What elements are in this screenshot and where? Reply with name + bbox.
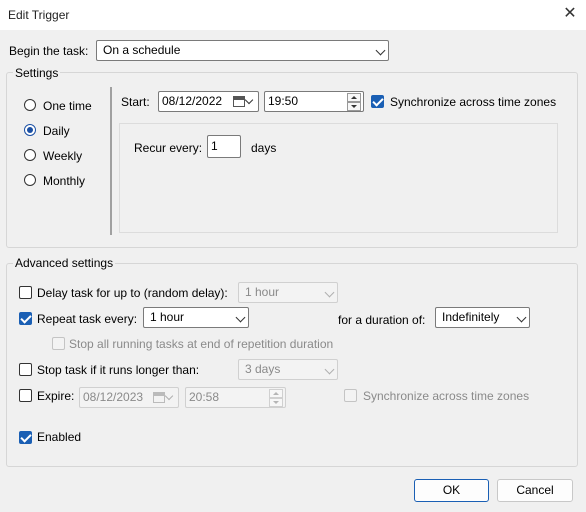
stop-all-label: Stop all running tasks at end of repetit…: [69, 337, 334, 351]
chevron-down-icon: [375, 45, 386, 56]
begin-task-value: On a schedule: [103, 43, 181, 57]
close-icon[interactable]: ✕: [560, 4, 580, 24]
duration-value: Indefinitely: [442, 310, 500, 324]
spin-up-icon[interactable]: [269, 389, 283, 398]
duration-dropdown[interactable]: Indefinitely: [435, 307, 530, 328]
start-time-spinner[interactable]: [347, 93, 361, 111]
spin-down-icon[interactable]: [347, 102, 361, 111]
start-label: Start:: [121, 95, 150, 109]
recur-label: Recur every:: [134, 141, 203, 155]
begin-task-label: Begin the task:: [9, 44, 89, 58]
sync-timezones-checkbox[interactable]: [371, 95, 384, 108]
window-title: Edit Trigger: [8, 8, 70, 22]
chevron-down-icon: [164, 391, 174, 401]
calendar-icon: [153, 392, 165, 403]
recur-unit: days: [251, 141, 277, 155]
radio-one-time[interactable]: [24, 99, 36, 111]
delay-value: 1 hour: [245, 285, 280, 299]
chevron-down-icon: [516, 312, 527, 323]
expire-time-field[interactable]: 20:58: [185, 387, 286, 408]
expire-date-picker[interactable]: 08/12/2023: [79, 387, 179, 408]
repeat-label: Repeat task every:: [37, 312, 138, 326]
radio-monthly[interactable]: [24, 174, 36, 186]
enabled-checkbox[interactable]: [19, 431, 32, 444]
advanced-legend: Advanced settings: [13, 256, 116, 270]
radio-monthly-label: Monthly: [43, 174, 86, 188]
expire-checkbox[interactable]: [19, 389, 32, 402]
radio-daily-label: Daily: [43, 124, 70, 138]
expire-time-value: 20:58: [189, 390, 220, 404]
stop-longer-checkbox[interactable]: [19, 363, 32, 376]
radio-daily[interactable]: [24, 124, 36, 136]
expire-label: Expire:: [37, 389, 75, 403]
recur-input[interactable]: 1: [207, 135, 241, 158]
duration-label: for a duration of:: [338, 313, 426, 327]
title-bar: [0, 0, 586, 30]
radio-weekly[interactable]: [24, 149, 36, 161]
spin-down-icon[interactable]: [269, 398, 283, 407]
repeat-value: 1 hour: [150, 310, 185, 324]
settings-legend: Settings: [13, 66, 61, 80]
sync-timezones-label: Synchronize across time zones: [390, 95, 557, 109]
delay-dropdown[interactable]: 1 hour: [238, 282, 338, 303]
ok-button[interactable]: OK: [414, 479, 489, 502]
expire-date-value: 08/12/2023: [83, 390, 144, 404]
start-time-value: 19:50: [268, 94, 299, 108]
recur-panel: [119, 123, 558, 233]
expire-sync-label: Synchronize across time zones: [363, 389, 530, 403]
radio-weekly-label: Weekly: [43, 149, 83, 163]
spin-up-icon[interactable]: [347, 93, 361, 102]
expire-sync-checkbox[interactable]: [344, 389, 357, 402]
expire-time-spinner[interactable]: [269, 389, 283, 407]
chevron-down-icon: [244, 95, 254, 105]
enabled-label: Enabled: [37, 430, 82, 444]
settings-divider: [110, 87, 112, 235]
cancel-button[interactable]: Cancel: [497, 479, 573, 502]
stop-all-checkbox[interactable]: [52, 337, 65, 350]
chevron-down-icon: [324, 287, 335, 298]
start-date-picker[interactable]: 08/12/2022: [158, 91, 259, 112]
start-time-field[interactable]: 19:50: [264, 91, 364, 112]
begin-task-dropdown[interactable]: On a schedule: [96, 40, 389, 61]
delay-checkbox[interactable]: [19, 286, 32, 299]
delay-label: Delay task for up to (random delay):: [37, 286, 228, 300]
radio-one-time-label: One time: [43, 99, 92, 113]
stop-longer-label: Stop task if it runs longer than:: [37, 363, 200, 377]
stop-longer-value: 3 days: [245, 362, 281, 376]
calendar-icon: [233, 96, 245, 107]
repeat-dropdown[interactable]: 1 hour: [143, 307, 249, 328]
start-date-value: 08/12/2022: [162, 94, 223, 108]
stop-longer-dropdown[interactable]: 3 days: [238, 359, 338, 380]
chevron-down-icon: [324, 364, 335, 375]
repeat-checkbox[interactable]: [19, 312, 32, 325]
chevron-down-icon: [235, 312, 246, 323]
